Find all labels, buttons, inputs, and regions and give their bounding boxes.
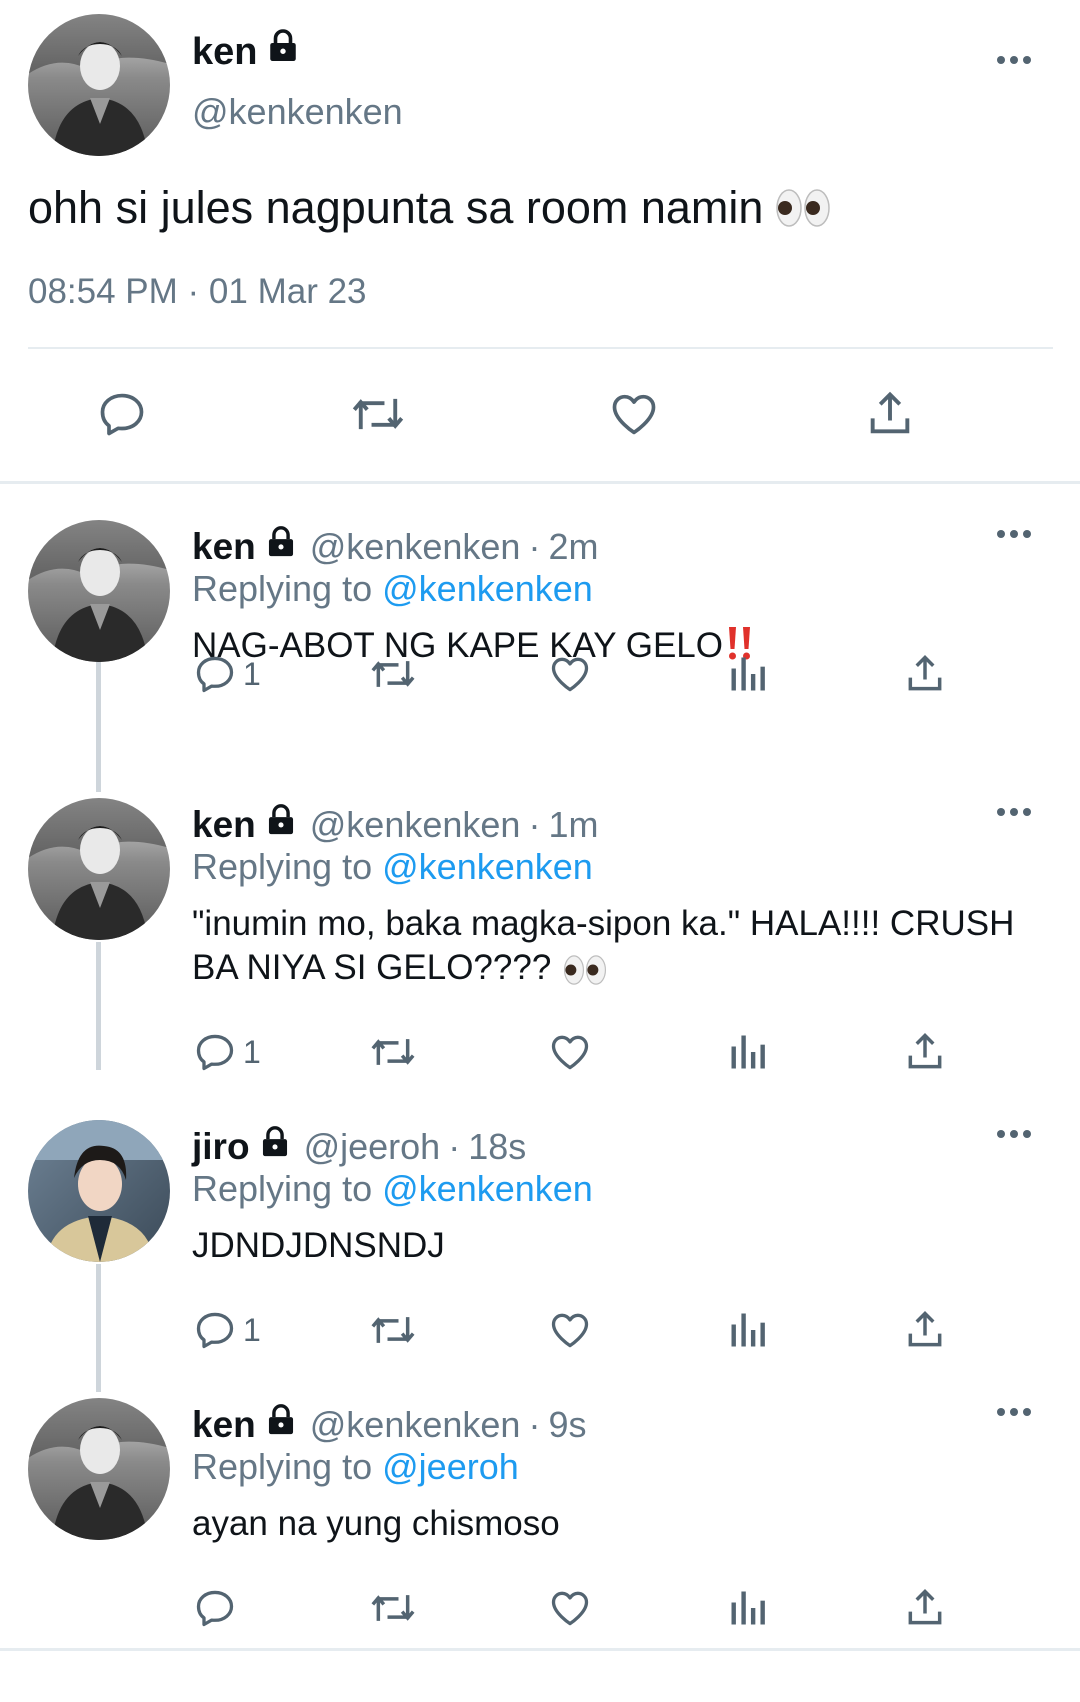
divider: [0, 1648, 1080, 1651]
avatar[interactable]: [28, 798, 170, 940]
lock-icon: [258, 1124, 292, 1170]
reply-count: 1: [243, 655, 261, 692]
separator: ·: [448, 1126, 461, 1167]
reply-time: 1m: [548, 804, 599, 845]
share-icon[interactable]: [903, 1304, 947, 1356]
more-icon[interactable]: [986, 514, 1042, 554]
action-bar: [0, 384, 1080, 444]
reply-time: 9s: [548, 1404, 587, 1445]
reply-tweet: ken @kenkenken · 2m Replying to @kenkenk…: [0, 520, 1080, 760]
avatar[interactable]: [28, 1398, 170, 1540]
lock-icon: [264, 524, 298, 570]
retweet-icon[interactable]: [369, 1026, 417, 1078]
views-icon[interactable]: [728, 1304, 768, 1356]
more-icon[interactable]: [986, 792, 1042, 832]
mention-link[interactable]: @kenkenken: [382, 568, 593, 609]
retweet-icon[interactable]: [369, 1582, 417, 1634]
tweet-timestamp: 08:54 PM · 01 Mar 23: [28, 272, 367, 311]
action-bar: 1: [0, 648, 1080, 700]
reply-icon: [196, 1590, 234, 1627]
mention-link[interactable]: @kenkenken: [382, 1168, 593, 1209]
retweet-icon[interactable]: [369, 648, 417, 700]
more-icon[interactable]: [986, 1392, 1042, 1432]
like-icon[interactable]: [602, 384, 666, 444]
more-icon[interactable]: [986, 40, 1042, 80]
views-icon[interactable]: [728, 1026, 768, 1078]
reply-header: jiro @jeeroh · 18s: [192, 1124, 526, 1170]
reply-button[interactable]: 1: [193, 648, 261, 700]
action-bar: 1: [0, 1026, 1080, 1078]
like-icon[interactable]: [547, 1026, 593, 1078]
retweet-icon[interactable]: [369, 1304, 417, 1356]
tweet-text: ohh si jules nagpunta sa room namin: [28, 178, 831, 238]
reply-button[interactable]: 1: [193, 1026, 261, 1078]
author-handle: @kenkenken: [309, 1404, 521, 1445]
lock-icon: [265, 28, 301, 76]
action-bar: [0, 1582, 1080, 1634]
like-icon[interactable]: [547, 1304, 593, 1356]
author-name: ken: [192, 28, 301, 76]
reply-text: JDNDJDNSNDJ: [192, 1226, 445, 1265]
author-handle: @jeeroh: [303, 1126, 441, 1167]
reply-text: "inumin mo, baka magka-sipon ka." HALA!!…: [192, 904, 1015, 988]
divider: [28, 347, 1053, 349]
mention-link[interactable]: @jeeroh: [382, 1446, 519, 1487]
reply-button[interactable]: 1: [193, 1304, 261, 1356]
replying-to: Replying to @kenkenken: [192, 568, 593, 609]
avatar[interactable]: [28, 1120, 170, 1262]
lock-icon: [264, 802, 298, 848]
author-name: jiro: [192, 1126, 250, 1167]
author-handle: @kenkenken: [192, 91, 403, 132]
reply-header: ken @kenkenken · 1m: [192, 802, 598, 848]
reply-icon: [196, 1034, 234, 1071]
section-divider: [0, 481, 1080, 484]
retweet-icon[interactable]: [346, 384, 410, 444]
reply-header: ken @kenkenken · 9s: [192, 1402, 586, 1448]
separator: ·: [528, 526, 541, 567]
reply-tweet: ken @kenkenken · 1m Replying to @kenkenk…: [0, 798, 1080, 1071]
reply-icon: [196, 1312, 234, 1349]
author-name: ken: [192, 804, 256, 845]
replying-to: Replying to @kenkenken: [192, 846, 593, 887]
action-bar: 1: [0, 1304, 1080, 1356]
author-handle: @kenkenken: [309, 526, 521, 567]
share-icon[interactable]: [903, 648, 947, 700]
eyes-emoji: [775, 186, 831, 230]
reply-count: 1: [243, 1311, 261, 1348]
avatar[interactable]: [28, 14, 170, 156]
like-icon[interactable]: [547, 648, 593, 700]
like-icon[interactable]: [547, 1582, 593, 1634]
reply-icon[interactable]: [90, 384, 154, 444]
reply-tweet: ken @kenkenken · 9s Replying to @jeeroh …: [0, 1398, 1080, 1628]
views-icon[interactable]: [728, 1582, 768, 1634]
reply-count: 1: [243, 1033, 261, 1070]
share-icon[interactable]: [903, 1582, 947, 1634]
author-name: ken: [192, 1404, 256, 1445]
main-tweet: ken @kenkenken ohh si jules nagpunta sa …: [0, 0, 1080, 483]
replying-to: Replying to @kenkenken: [192, 1168, 593, 1209]
reply-time: 18s: [468, 1126, 527, 1167]
replying-to: Replying to @jeeroh: [192, 1446, 519, 1487]
reply-header: ken @kenkenken · 2m: [192, 524, 598, 570]
reply-icon: [196, 656, 234, 693]
share-icon[interactable]: [903, 1026, 947, 1078]
mention-link[interactable]: @kenkenken: [382, 846, 593, 887]
separator: ·: [528, 804, 541, 845]
eyes-emoji: [563, 952, 607, 988]
views-icon[interactable]: [728, 648, 768, 700]
share-icon[interactable]: [858, 384, 922, 444]
more-icon[interactable]: [986, 1114, 1042, 1154]
reply-text: ayan na yung chismoso: [192, 1504, 560, 1543]
avatar[interactable]: [28, 520, 170, 662]
reply-button[interactable]: [193, 1582, 243, 1634]
lock-icon: [264, 1402, 298, 1448]
reply-tweet: jiro @jeeroh · 18s Replying to @kenkenke…: [0, 1120, 1080, 1350]
separator: ·: [528, 1404, 541, 1445]
author-handle: @kenkenken: [309, 804, 521, 845]
author-name: ken: [192, 526, 256, 567]
reply-time: 2m: [548, 526, 599, 567]
